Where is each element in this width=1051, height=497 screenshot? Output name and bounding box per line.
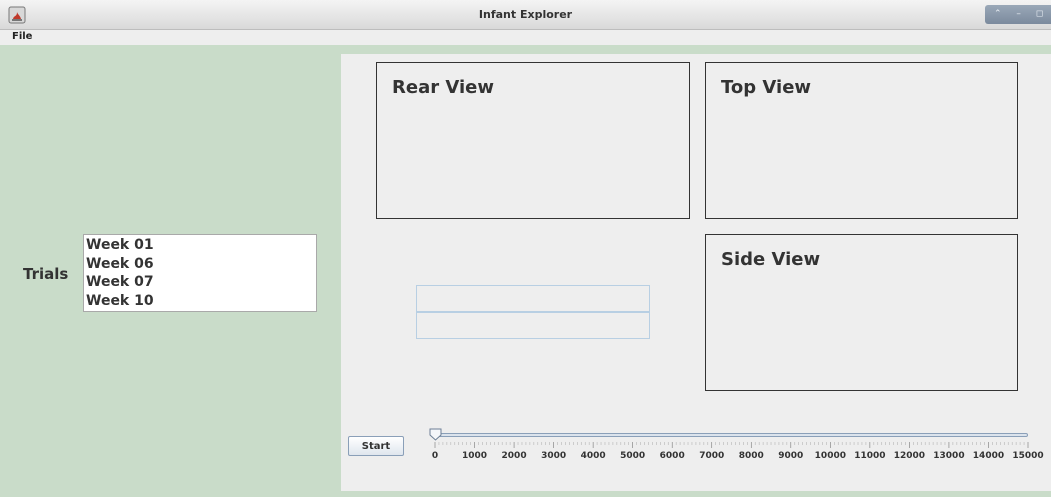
slider-tick-label: 13000 <box>933 451 965 461</box>
slider-tick-label: 15000 <box>1012 451 1044 461</box>
info-field-1[interactable] <box>416 285 650 312</box>
menu-file[interactable]: File <box>12 31 32 42</box>
trials-label: Trials <box>23 265 69 283</box>
slider-tick-label: 3000 <box>541 451 567 461</box>
trial-item[interactable]: Week 06 <box>84 255 316 274</box>
slider-tick-label: 2000 <box>501 451 527 461</box>
slider-tick-label: 10000 <box>814 451 846 461</box>
top-view-panel: Top View <box>705 62 1018 219</box>
slider-tick-label: 0 <box>431 451 439 461</box>
slider-tick-label: 12000 <box>893 451 926 461</box>
trials-list[interactable]: Week 01 Week 06 Week 07 Week 10 <box>83 234 317 312</box>
side-view-title: Side View <box>721 249 821 270</box>
bottom-band <box>341 491 1051 497</box>
rear-view-title: Rear View <box>392 77 494 98</box>
slider-tick-label: 4000 <box>580 451 606 461</box>
slider-ticks <box>434 442 1029 448</box>
slider-track[interactable] <box>435 433 1028 437</box>
slider-tick-label: 6000 <box>659 451 685 461</box>
slider-tick-label: 5000 <box>620 451 646 461</box>
info-field-2[interactable] <box>416 312 650 339</box>
top-view-title: Top View <box>721 77 812 98</box>
trial-item[interactable]: Week 10 <box>84 292 316 311</box>
window-titlebar: Infant Explorer ⌃ – ◻ ✕ <box>0 0 1051 30</box>
trial-item[interactable]: Week 07 <box>84 273 316 292</box>
slider-tick-label: 9000 <box>778 451 804 461</box>
window-controls[interactable]: ⌃ – ◻ ✕ <box>985 5 1051 24</box>
slider-thumb[interactable] <box>429 428 442 441</box>
start-button[interactable]: Start <box>348 436 404 456</box>
window-title: Infant Explorer <box>478 8 573 21</box>
trial-item[interactable]: Week 01 <box>84 236 316 255</box>
slider-tick-label: 14000 <box>972 451 1005 461</box>
rear-view-panel: Rear View <box>376 62 690 219</box>
slider-tick-label: 11000 <box>854 451 886 461</box>
slider-tick-label: 8000 <box>738 451 764 461</box>
side-view-panel: Side View <box>705 234 1018 391</box>
slider-tick-label: 1000 <box>462 451 488 461</box>
menu-bar: File <box>0 30 1051 45</box>
top-band <box>341 45 1051 54</box>
slider-tick-label: 7000 <box>699 451 725 461</box>
